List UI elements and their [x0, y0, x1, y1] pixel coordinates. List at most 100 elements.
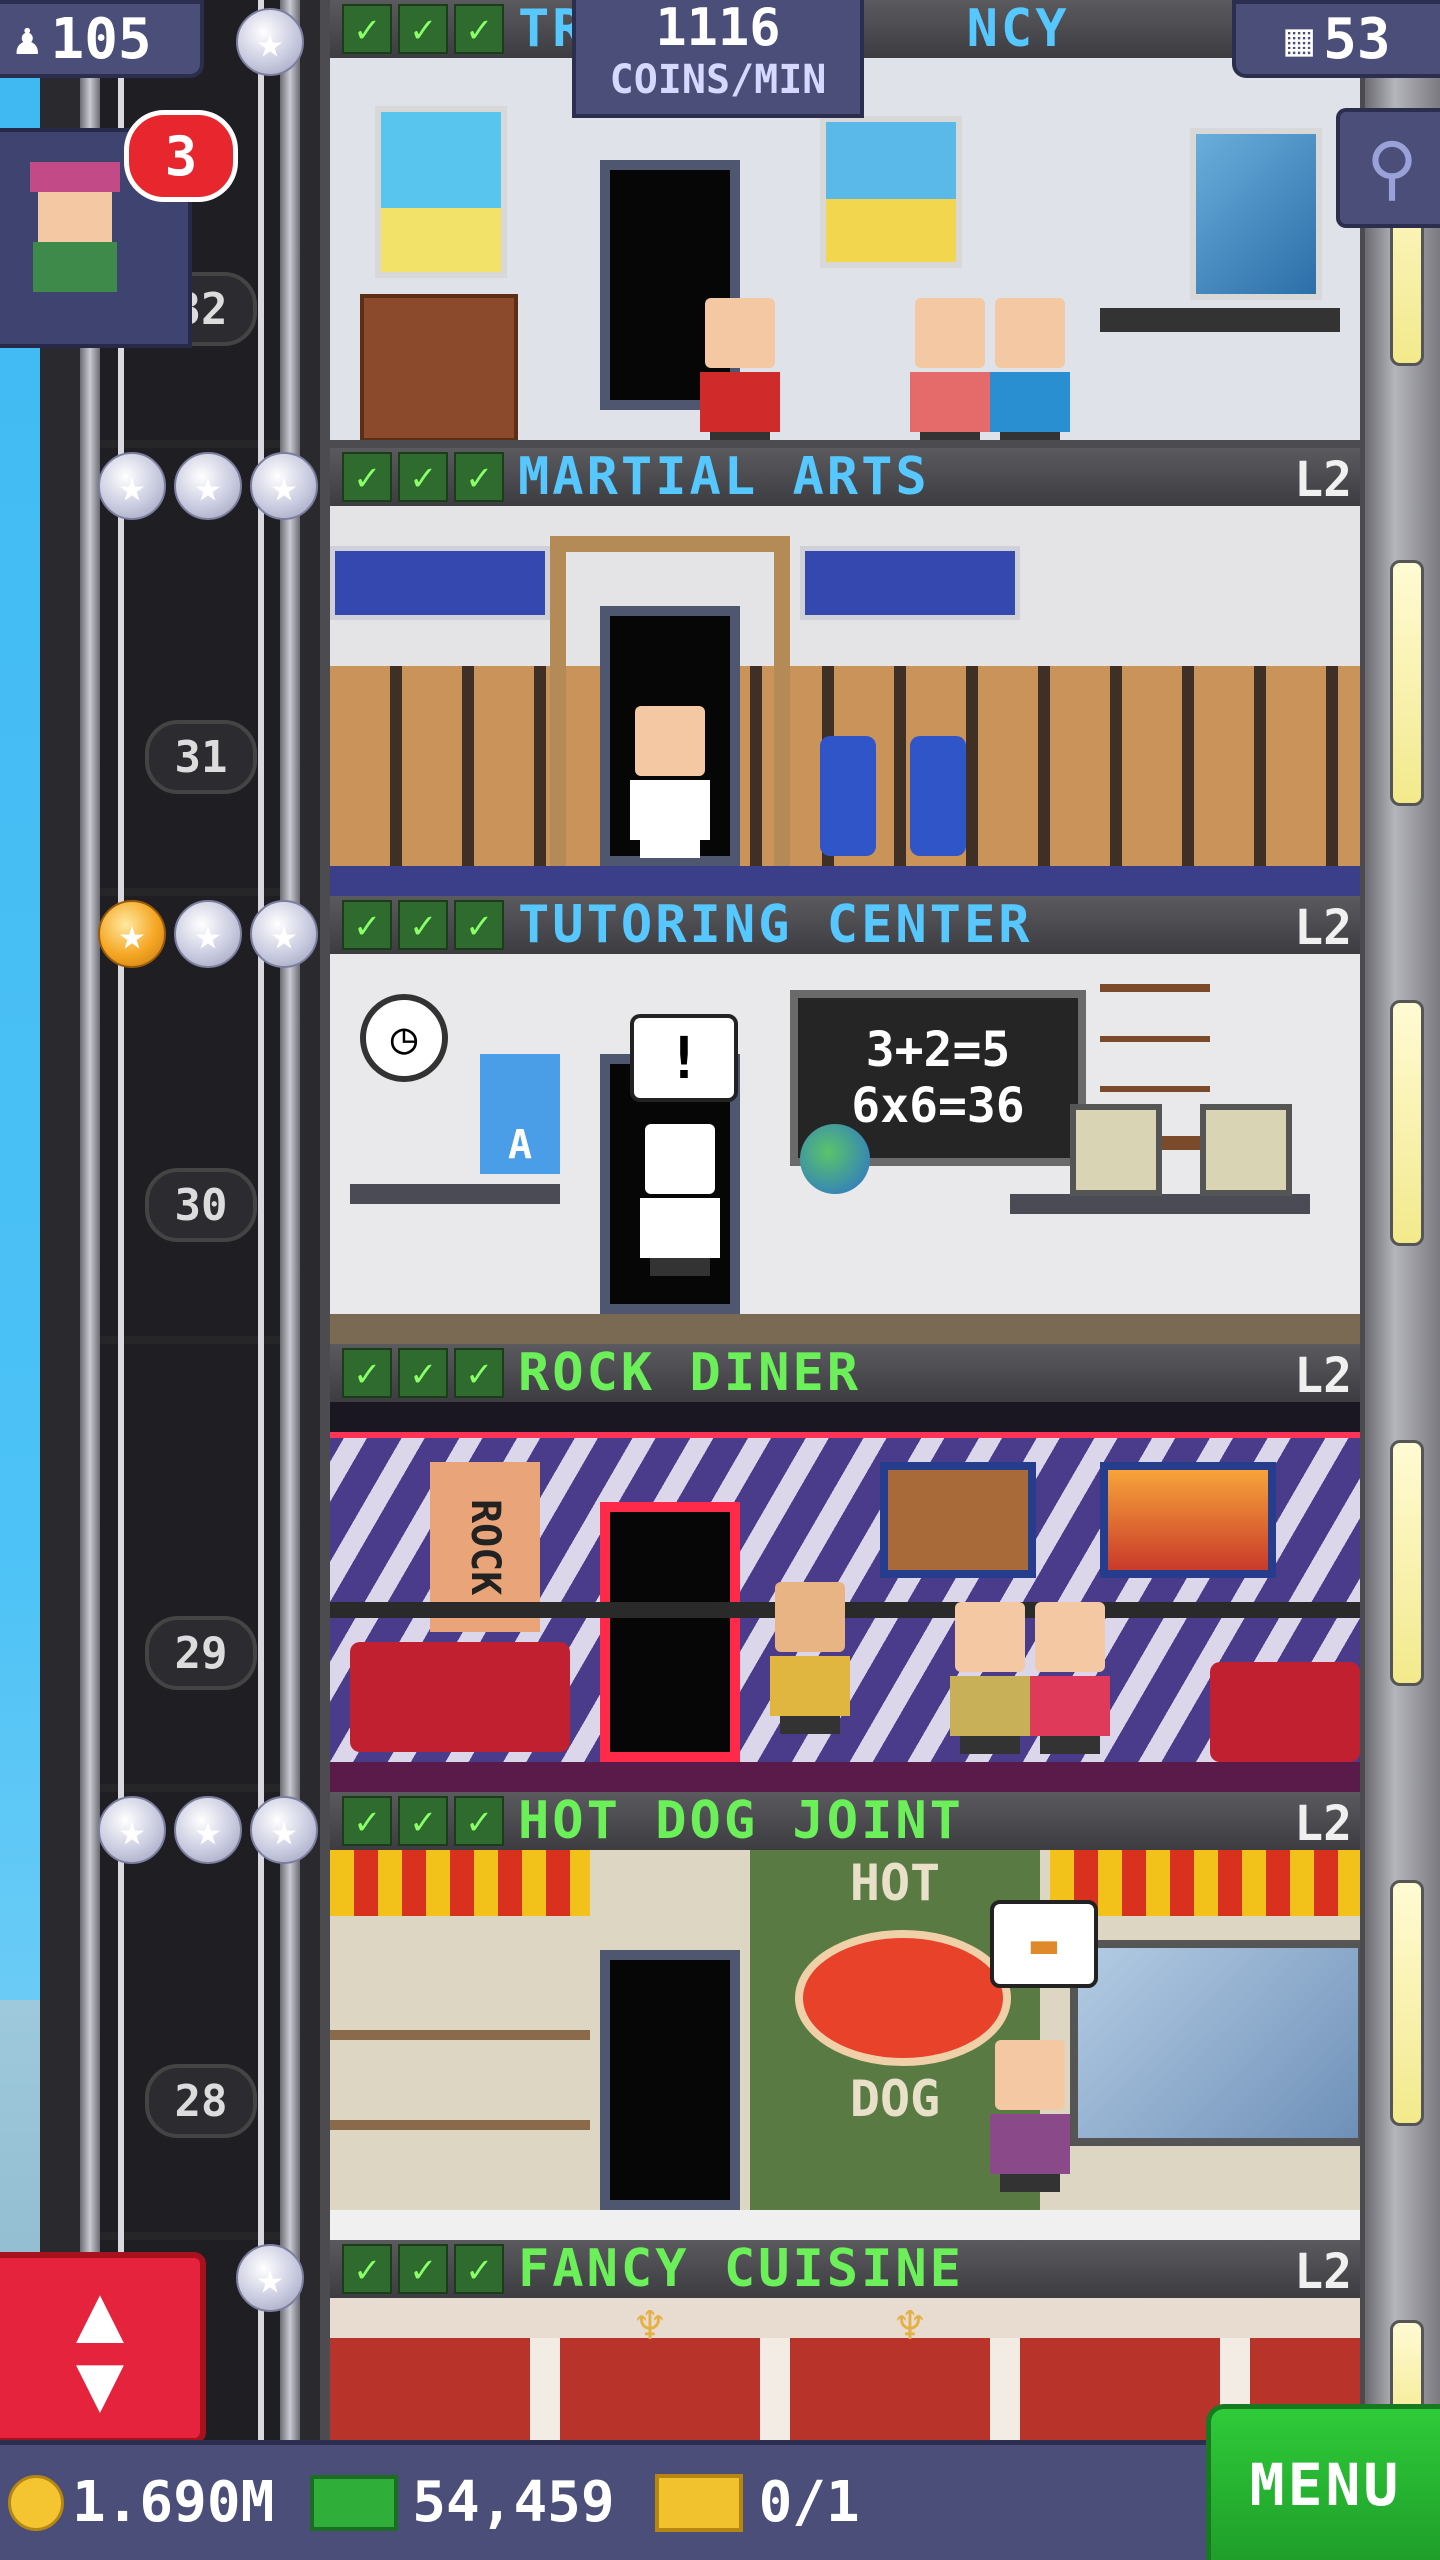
floor-stars: ★ — [236, 2244, 304, 2312]
tickets-amount: 0/1 — [758, 2470, 860, 2535]
floor-fancy-cuisine[interactable]: ✓ ✓ ✓ FANCY CUISINE L2 ♆ ♆ — [330, 2239, 1360, 2440]
room-floor — [330, 1762, 1360, 1792]
menu-button[interactable]: MENU — [1206, 2404, 1440, 2560]
floor-room: HOT DOG ▬ — [330, 1850, 1360, 2240]
clock-icon: ◷ — [360, 994, 448, 1082]
computer — [1200, 1104, 1292, 1196]
check-icon: ✓ — [454, 452, 504, 502]
bitizen[interactable] — [640, 1124, 720, 1276]
star-icon: ★ — [250, 1796, 318, 1864]
bitizen[interactable] — [630, 706, 710, 858]
punching-bag — [910, 736, 966, 856]
floor-hot-dog-joint[interactable]: ✓ ✓ ✓ HOT DOG JOINT L2 HOT DOG ▬ — [330, 1791, 1360, 2240]
star-icon: ★ — [174, 900, 242, 968]
elevator-rail-left — [80, 0, 100, 2560]
coins-per-minute-unit: COINS/MIN — [609, 57, 827, 103]
avatar — [30, 162, 120, 312]
floor-martial-arts[interactable]: ✓ ✓ ✓ MARTIAL ARTS L2 — [330, 447, 1360, 896]
dojo-banner — [800, 546, 1020, 620]
floor-stars: ★ ★ ★ — [98, 900, 318, 968]
elevator-floor-number: 30 — [145, 1168, 257, 1242]
floor-name: HOT DOG JOINT — [518, 1791, 964, 1851]
bux-amount: 54,459 — [412, 2470, 615, 2535]
check-icon: ✓ — [342, 2244, 392, 2294]
notification-badge: 3 — [124, 110, 238, 202]
floor-name: FANCY CUISINE — [518, 2239, 964, 2299]
check-icon: ✓ — [398, 1348, 448, 1398]
bitizen[interactable] — [700, 298, 780, 440]
floor-banner: ✓ ✓ ✓ ROCK DINER L2 — [330, 1343, 1360, 1404]
elevator-inner — [100, 0, 280, 2560]
check-icon: ✓ — [398, 900, 448, 950]
coins-per-minute-value: 1116 — [655, 0, 781, 58]
coins-amount: 1.690M — [72, 2470, 275, 2535]
condiment-shelf — [330, 1950, 590, 2130]
floor-level: L2 — [1294, 900, 1352, 956]
check-icon: ✓ — [454, 1348, 504, 1398]
check-icon: ✓ — [398, 4, 448, 54]
floor-door[interactable] — [600, 1502, 740, 1762]
floor-checks: ✓ ✓ ✓ — [342, 2244, 504, 2294]
awning — [330, 1850, 590, 1916]
check-icon: ✓ — [342, 900, 392, 950]
punching-bag — [820, 736, 876, 856]
bitizen[interactable] — [770, 1582, 850, 1734]
check-icon: ✓ — [454, 2244, 504, 2294]
floor-checks: ✓ ✓ ✓ — [342, 900, 504, 950]
bitizen[interactable] — [990, 2040, 1070, 2192]
population-display[interactable]: ♟ 105 — [0, 0, 204, 78]
elevator-button[interactable]: ▲ ▼ — [0, 2252, 206, 2444]
bitizen[interactable] — [950, 1602, 1030, 1754]
brochure-shelf — [360, 294, 518, 440]
floor-checks: ✓ ✓ ✓ — [342, 4, 504, 54]
bitizen[interactable] — [990, 298, 1070, 440]
floor-count-display[interactable]: ▦ 53 — [1232, 0, 1440, 78]
elevator-cable-right — [258, 0, 264, 2560]
speech-bubble[interactable]: ! — [630, 1014, 738, 1102]
elevator-floor-number: 29 — [145, 1616, 257, 1690]
computer — [1070, 1104, 1162, 1196]
floor-banner: ✓ ✓ ✓ MARTIAL ARTS L2 — [330, 447, 1360, 508]
floor-checks: ✓ ✓ ✓ — [342, 1796, 504, 1846]
chalkboard-line-2: 6x6=36 — [851, 1078, 1025, 1134]
floor-tutoring-center[interactable]: ✓ ✓ ✓ TUTORING CENTER L2 ◷ A 3+2=5 6x6=3… — [330, 895, 1360, 1344]
dojo-banner — [330, 546, 550, 620]
zoom-button[interactable]: ⚲ — [1336, 108, 1440, 228]
floor-door[interactable] — [600, 1950, 740, 2210]
coin-icon — [8, 2474, 64, 2531]
floor-rock-diner[interactable]: ✓ ✓ ✓ ROCK DINER L2 ROCK — [330, 1343, 1360, 1792]
desk — [1100, 308, 1340, 332]
star-icon: ★ — [98, 900, 166, 968]
coins-per-minute-display[interactable]: 1116 COINS/MIN — [572, 0, 864, 118]
beach-poster — [375, 106, 507, 278]
floor-mat — [330, 866, 1360, 896]
floor-count: 53 — [1323, 6, 1391, 72]
hot-dog-icon — [795, 1930, 1011, 2066]
ticket-icon — [654, 2473, 743, 2532]
tower-window — [1390, 560, 1424, 806]
check-icon: ✓ — [342, 452, 392, 502]
hot-dog-bubble[interactable]: ▬ — [990, 1900, 1098, 1988]
check-icon: ✓ — [398, 1796, 448, 1846]
chalkboard-line-1: 3+2=5 — [865, 1022, 1011, 1078]
diner-booth — [350, 1642, 570, 1752]
elevator-arrows-icon: ▲ ▼ — [75, 2266, 125, 2429]
check-icon: ✓ — [398, 2244, 448, 2294]
star-icon: ★ — [250, 452, 318, 520]
floor-name: ROCK DINER — [518, 1343, 862, 1403]
star-icon: ★ — [174, 452, 242, 520]
check-icon: ✓ — [454, 4, 504, 54]
bitizen[interactable] — [910, 298, 990, 440]
elevator-shaft[interactable] — [40, 0, 320, 2560]
star-icon: ★ — [250, 900, 318, 968]
tower-window — [1390, 1880, 1424, 2126]
tower-window — [1390, 1440, 1424, 1686]
travel-poster — [820, 116, 962, 268]
star-icon: ★ — [98, 1796, 166, 1864]
bitizen[interactable] — [1030, 1602, 1110, 1754]
poster-letter: A — [507, 1122, 533, 1168]
floor-room: ◷ A 3+2=5 6x6=36 ! — [330, 954, 1360, 1344]
bux-icon — [310, 2474, 399, 2531]
room-floor — [330, 1314, 1360, 1344]
floor-banner: ✓ ✓ ✓ TUTORING CENTER L2 — [330, 895, 1360, 956]
